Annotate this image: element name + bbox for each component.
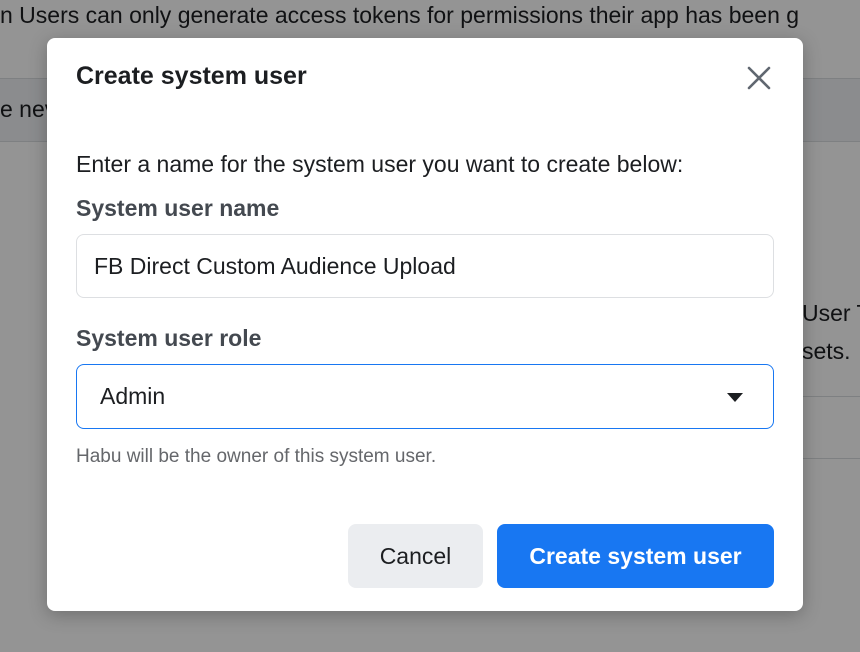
system-user-role-select[interactable]: Admin [76, 364, 774, 429]
system-user-name-input[interactable] [76, 234, 774, 298]
owner-helper-text: Habu will be the owner of this system us… [76, 446, 437, 467]
close-icon [747, 66, 771, 90]
selected-role: Admin [100, 383, 166, 409]
close-button[interactable] [743, 62, 775, 94]
dialog-instructions: Enter a name for the system user you wan… [76, 151, 684, 177]
create-system-user-dialog: Create system user Enter a name for the … [47, 38, 803, 611]
system-user-role-label: System user role [76, 325, 262, 351]
dialog-title: Create system user [76, 62, 307, 90]
system-user-name-label: System user name [76, 195, 280, 221]
caret-down-icon [727, 393, 743, 402]
cancel-button[interactable]: Cancel [348, 524, 483, 588]
create-system-user-button[interactable]: Create system user [497, 524, 774, 588]
